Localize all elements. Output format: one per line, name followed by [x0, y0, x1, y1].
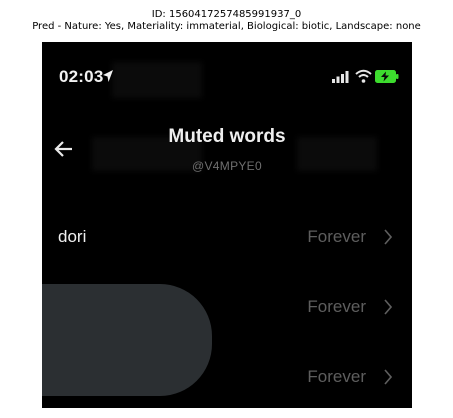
- blur-patch: [112, 62, 202, 98]
- chevron-right-icon: [384, 299, 392, 315]
- location-arrow-icon: [103, 70, 113, 82]
- image-id-caption: ID: 1560417257485991937_0: [151, 9, 302, 20]
- account-handle: @V4MPYE0: [192, 159, 262, 173]
- mute-duration: Forever: [307, 297, 366, 316]
- page-title: Muted words: [168, 126, 286, 147]
- muted-word-text: dori: [58, 227, 87, 246]
- chevron-right-icon: [384, 369, 392, 385]
- chevron-right-icon: [384, 229, 392, 245]
- battery-charging-icon: [375, 70, 399, 83]
- signal-bars-icon: [332, 71, 349, 83]
- mute-duration: Forever: [307, 227, 366, 246]
- mute-duration: Forever: [307, 367, 366, 386]
- status-time: 02:03: [59, 67, 104, 86]
- muted-word-row[interactable]: dori Forever: [42, 217, 412, 257]
- phone-screen: 02:03 Muted words @V4MPYE0 dori Forever …: [42, 42, 412, 408]
- redaction-overlay: [42, 284, 212, 396]
- prediction-caption: Pred - Nature: Yes, Materiality: immater…: [32, 21, 421, 32]
- wifi-icon: [355, 69, 372, 83]
